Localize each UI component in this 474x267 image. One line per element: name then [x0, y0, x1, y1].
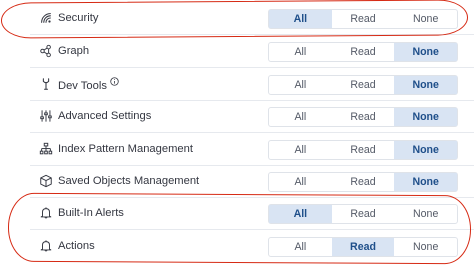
option-all[interactable]: All — [269, 141, 332, 159]
feature-row-advanced-settings: Advanced Settings All Read None — [0, 100, 474, 133]
option-all[interactable]: All — [269, 173, 332, 191]
option-none[interactable]: None — [394, 10, 457, 28]
feature-row-built-in-alerts: Built-In Alerts All Read None — [0, 197, 474, 230]
index-pattern-icon — [39, 142, 53, 156]
feature-label: Saved Objects Management — [58, 175, 200, 187]
option-none[interactable]: None — [394, 108, 458, 126]
option-none[interactable]: None — [394, 76, 458, 94]
feature-label-text: Dev Tools — [58, 80, 107, 92]
bell-icon — [39, 239, 53, 253]
dev-tools-icon — [39, 77, 53, 91]
feature-label: Graph — [58, 45, 90, 57]
feature-label: Actions — [58, 240, 95, 252]
feature-label: Advanced Settings — [58, 110, 152, 122]
feature-row-saved-objects-management: Saved Objects Management All Read None — [0, 165, 474, 198]
option-all[interactable]: All — [269, 238, 332, 256]
feature-row-graph: Graph All Read None — [0, 35, 474, 68]
option-all[interactable]: All — [269, 43, 332, 61]
option-read[interactable]: Read — [332, 205, 395, 223]
option-read[interactable]: Read — [331, 238, 395, 256]
feature-label: Security — [58, 12, 99, 24]
feature-label: Built-In Alerts — [58, 207, 124, 219]
feature-row-security: Security All Read None — [0, 2, 474, 35]
privilege-toggle-saved-objects-management: All Read None — [268, 172, 458, 192]
graph-icon — [39, 44, 53, 58]
option-read[interactable]: Read — [332, 173, 395, 191]
feature-row-dev-tools: Dev Tools All Read None — [0, 68, 474, 101]
option-read[interactable]: Read — [332, 141, 395, 159]
option-all[interactable]: All — [269, 205, 332, 223]
feature-label: Dev Tools — [58, 77, 119, 93]
option-read[interactable]: Read — [332, 10, 395, 28]
feature-row-actions: Actions All Read None — [0, 230, 474, 263]
privilege-toggle-security: All Read None — [268, 9, 458, 29]
option-read[interactable]: Read — [332, 76, 395, 94]
option-read[interactable]: Read — [332, 43, 395, 61]
privilege-toggle-built-in-alerts: All Read None — [268, 204, 458, 224]
info-icon[interactable] — [110, 77, 119, 86]
option-all[interactable]: All — [269, 10, 332, 28]
feature-label: Index Pattern Management — [58, 143, 193, 155]
privilege-toggle-dev-tools: All Read None — [268, 75, 458, 95]
option-read[interactable]: Read — [332, 108, 395, 126]
advanced-settings-icon — [39, 109, 53, 123]
option-none[interactable]: None — [394, 205, 457, 223]
option-all[interactable]: All — [269, 108, 332, 126]
option-none[interactable]: None — [394, 141, 458, 159]
option-none[interactable]: None — [394, 238, 457, 256]
option-none[interactable]: None — [394, 173, 458, 191]
option-none[interactable]: None — [394, 43, 458, 61]
privilege-toggle-index-pattern-management: All Read None — [268, 140, 458, 160]
privilege-toggle-graph: All Read None — [268, 42, 458, 62]
saved-objects-icon — [39, 174, 53, 188]
security-icon — [39, 11, 53, 25]
privilege-toggle-advanced-settings: All Read None — [268, 107, 458, 127]
option-all[interactable]: All — [269, 76, 332, 94]
bell-icon — [39, 206, 53, 220]
feature-row-index-pattern-management: Index Pattern Management All Read None — [0, 133, 474, 166]
privilege-toggle-actions: All Read None — [268, 237, 458, 257]
